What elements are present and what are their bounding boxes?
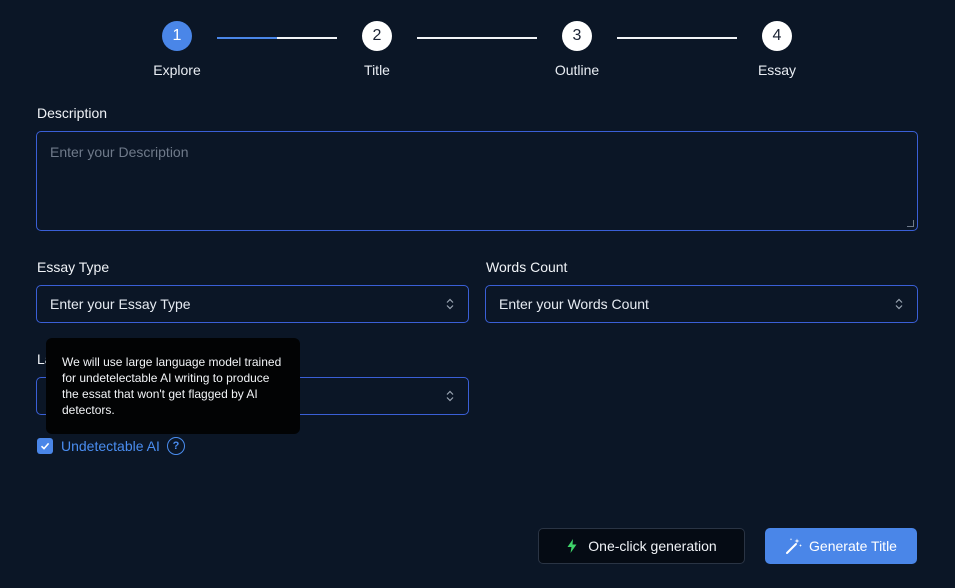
chevron-up-down-icon [894, 297, 904, 311]
check-icon [40, 442, 50, 450]
description-placeholder: Enter your Description [50, 144, 189, 160]
step-number: 3 [562, 21, 592, 51]
step-essay[interactable]: 4 Essay [727, 21, 827, 78]
description-textarea[interactable]: Enter your Description [36, 131, 918, 231]
words-count-label: Words Count [486, 259, 568, 275]
step-number: 4 [762, 21, 792, 51]
help-circle-icon[interactable]: ? [167, 437, 185, 455]
words-count-value: Enter your Words Count [499, 296, 649, 312]
words-count-select[interactable]: Enter your Words Count [485, 285, 918, 323]
one-click-generation-button[interactable]: One-click generation [538, 528, 745, 564]
one-click-label: One-click generation [588, 538, 717, 554]
step-connector-2 [417, 37, 537, 39]
undetectable-label[interactable]: Undetectable AI [61, 438, 160, 454]
essay-type-select[interactable]: Enter your Essay Type [36, 285, 469, 323]
step-title[interactable]: 2 Title [327, 21, 427, 78]
chevron-up-down-icon [445, 297, 455, 311]
chevron-up-down-icon [445, 389, 455, 403]
step-label: Outline [554, 62, 600, 78]
step-explore[interactable]: 1 Explore [127, 21, 227, 78]
step-outline[interactable]: 3 Outline [527, 21, 627, 78]
step-number: 1 [162, 21, 192, 51]
resize-handle-icon[interactable] [907, 220, 914, 227]
undetectable-checkbox[interactable] [37, 438, 53, 454]
essay-type-value: Enter your Essay Type [50, 296, 191, 312]
lightning-icon [567, 539, 577, 553]
generate-title-button[interactable]: Generate Title [765, 528, 917, 564]
magic-wand-icon [786, 538, 803, 554]
step-connector-1 [217, 37, 337, 39]
generate-title-label: Generate Title [809, 538, 897, 554]
essay-type-label: Essay Type [37, 259, 110, 275]
step-label: Title [364, 62, 390, 78]
step-label: Essay [757, 62, 797, 78]
progress-stepper: 1 Explore 2 Title 3 Outline 4 Essay [0, 0, 955, 90]
description-label: Description [37, 105, 108, 121]
step-number: 2 [362, 21, 392, 51]
step-connector-3 [617, 37, 737, 39]
step-label: Explore [153, 62, 201, 78]
undetectable-tooltip: We will use large language model trained… [46, 338, 300, 434]
